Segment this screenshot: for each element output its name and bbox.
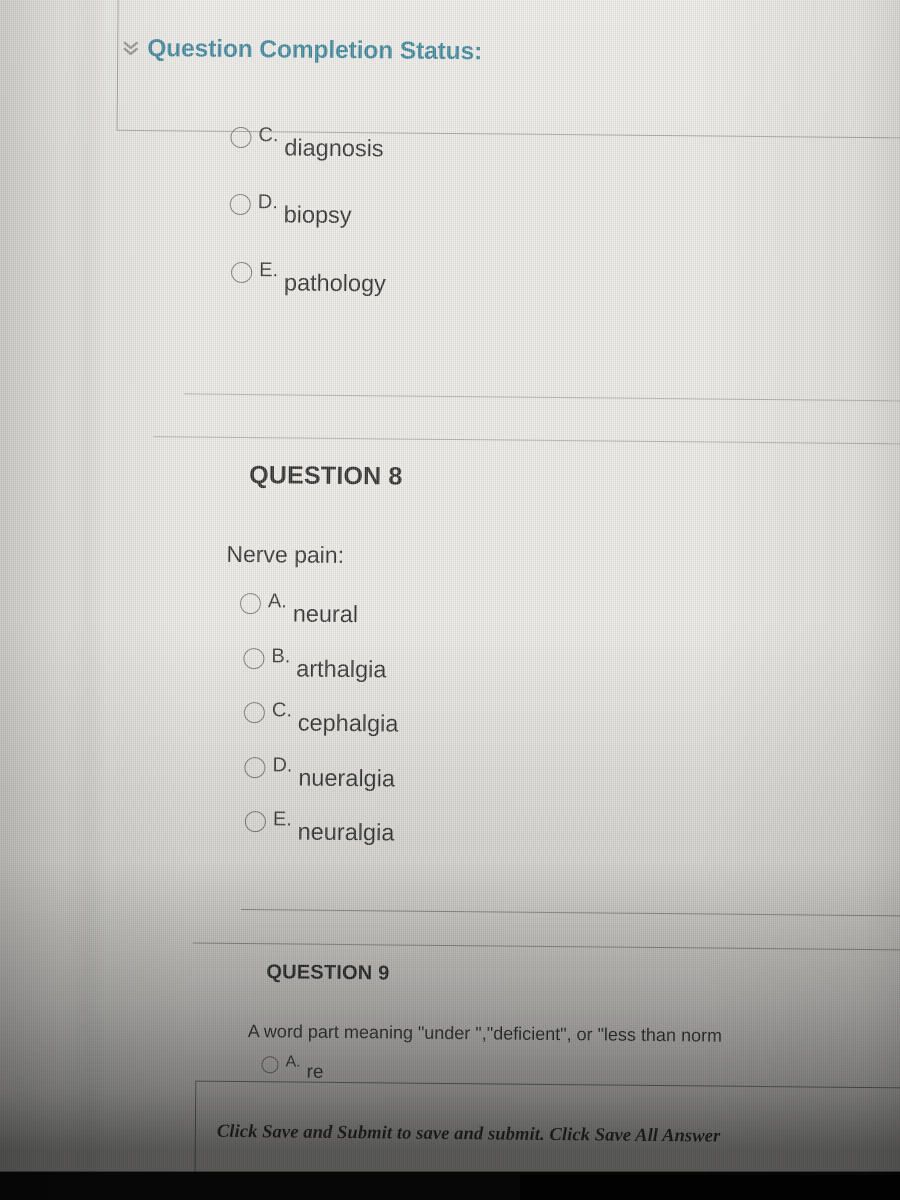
option-row-q8-c[interactable]: C. cephalgia [243,699,399,737]
option-label: neural [292,600,359,628]
question-completion-status-header[interactable]: Question Completion Status: [123,35,482,66]
option-letter: C. [258,124,279,147]
double-chevron-down-icon[interactable] [123,39,139,59]
option-row-q8-a[interactable]: A. neural [239,590,359,628]
option-row-q9-a[interactable]: A. re [261,1053,324,1084]
option-label: re [306,1061,324,1083]
radio-q8-a[interactable] [239,592,262,615]
option-row-q7-e[interactable]: E. pathology [231,259,386,297]
radio-q8-c[interactable] [243,702,266,724]
question-8-stem: Nerve pain: [226,540,345,568]
option-row-q8-d[interactable]: D. nueralgia [244,754,396,792]
option-letter: A. [267,590,287,613]
option-letter: E. [272,808,292,831]
option-label: nueralgia [298,764,396,792]
option-row-q8-e[interactable]: E. neuralgia [244,808,395,846]
question-9-heading: QUESTION 9 [266,961,390,985]
option-label: biopsy [283,201,352,229]
radio-q7-d[interactable] [229,193,251,216]
option-row-q8-b[interactable]: B. arthalgia [243,645,387,683]
option-label: pathology [283,269,386,297]
option-letter: E. [259,259,279,282]
section-separator [153,436,900,445]
section-separator [241,909,900,917]
option-letter: D. [257,191,278,214]
monitor-bezel-dark-section [520,1175,900,1200]
radio-q8-d[interactable] [244,757,266,779]
option-label: diagnosis [284,134,384,162]
radio-q9-a[interactable] [261,1056,279,1074]
section-separator [183,393,900,402]
option-row-q7-d[interactable]: D. biopsy [229,191,352,229]
photographed-screen: Question Completion Status: C. diagnosis… [0,0,900,1200]
section-separator [192,942,900,951]
radio-q7-c[interactable] [230,126,252,149]
radio-q8-b[interactable] [243,648,265,670]
option-letter: A. [285,1053,301,1071]
option-label: arthalgia [296,655,387,683]
option-label: neuralgia [297,818,395,846]
radio-q7-e[interactable] [231,261,253,284]
question-8-heading: QUESTION 8 [249,461,403,491]
option-letter: B. [271,645,291,668]
question-9-stem: A word part meaning "under ","deficient"… [247,1021,723,1046]
quiz-page: Question Completion Status: C. diagnosis… [0,0,900,1200]
question-completion-status-panel [116,0,900,139]
option-row-q7-c[interactable]: C. diagnosis [230,124,384,162]
option-letter: C. [271,699,293,722]
option-letter: D. [272,754,293,777]
question-completion-status-title: Question Completion Status: [147,35,483,66]
option-label: cephalgia [297,709,399,737]
radio-q8-e[interactable] [244,811,266,833]
